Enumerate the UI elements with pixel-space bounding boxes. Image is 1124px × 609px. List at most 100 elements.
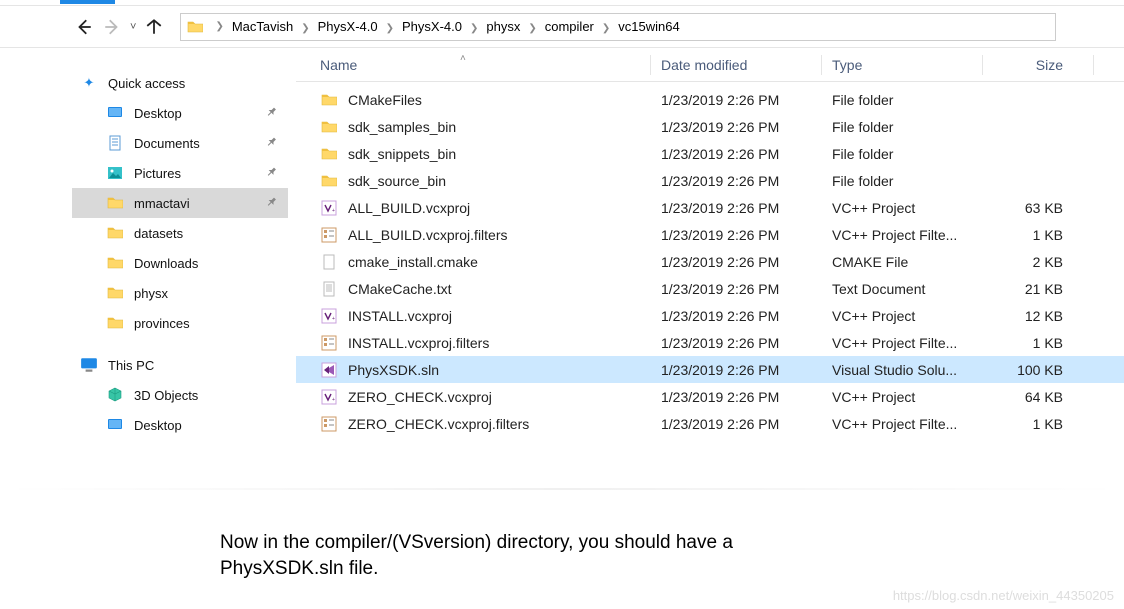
file-type: VC++ Project bbox=[832, 200, 982, 216]
nav-item[interactable]: Pictures bbox=[72, 158, 288, 188]
nav-item[interactable]: Documents bbox=[72, 128, 288, 158]
vcx-icon bbox=[321, 200, 337, 216]
vcx-icon bbox=[321, 308, 337, 324]
file-row[interactable]: sdk_source_bin1/23/2019 2:26 PMFile fold… bbox=[296, 167, 1124, 194]
pc-icon bbox=[80, 356, 98, 374]
folder-icon bbox=[107, 315, 123, 331]
file-row[interactable]: ALL_BUILD.vcxproj1/23/2019 2:26 PMVC++ P… bbox=[296, 194, 1124, 221]
col-date-label: Date modified bbox=[661, 57, 747, 73]
star-icon: ✦ bbox=[80, 74, 98, 92]
col-divider[interactable] bbox=[1093, 55, 1094, 75]
file-date: 1/23/2019 2:26 PM bbox=[661, 146, 821, 162]
address-bar[interactable]: ❯ MacTavish❯PhysX-4.0❯PhysX-4.0❯physx❯co… bbox=[180, 13, 1056, 41]
nav-item[interactable]: Desktop bbox=[72, 410, 288, 440]
col-size[interactable]: Size bbox=[993, 57, 1093, 73]
file-date: 1/23/2019 2:26 PM bbox=[661, 335, 821, 351]
vcx-icon bbox=[321, 389, 337, 405]
file-icon bbox=[320, 226, 338, 244]
file-row[interactable]: cmake_install.cmake1/23/2019 2:26 PMCMAK… bbox=[296, 248, 1124, 275]
chevron-icon: ❯ bbox=[522, 23, 542, 34]
file-row[interactable]: CMakeFiles1/23/2019 2:26 PMFile folder bbox=[296, 86, 1124, 113]
chevron-icon: ❯ bbox=[295, 23, 315, 34]
file-type: VC++ Project Filte... bbox=[832, 227, 982, 243]
file-row[interactable]: INSTALL.vcxproj.filters 1/23/2019 2:26 PM… bbox=[296, 329, 1124, 356]
nav-this-pc[interactable]: This PC bbox=[72, 350, 288, 380]
file-row[interactable]: ALL_BUILD.vcxproj.filters1/23/2019 2:26 … bbox=[296, 221, 1124, 248]
col-type[interactable]: Type bbox=[832, 57, 982, 73]
col-divider[interactable] bbox=[982, 55, 983, 75]
nav-item-label: Desktop bbox=[134, 418, 182, 433]
desktop-icon bbox=[107, 417, 123, 433]
col-divider[interactable] bbox=[821, 55, 822, 75]
nav-item-label: Documents bbox=[134, 136, 200, 151]
file-list-pane: Name ˄ Date modified Type Size CMakeFile… bbox=[296, 48, 1124, 478]
file-date: 1/23/2019 2:26 PM bbox=[661, 200, 821, 216]
folder-icon bbox=[107, 195, 123, 211]
col-divider[interactable] bbox=[650, 55, 651, 75]
file-type: CMAKE File bbox=[832, 254, 982, 270]
col-name-label: Name bbox=[320, 57, 357, 73]
nav-quick-access[interactable]: ✦ Quick access bbox=[72, 68, 288, 98]
navigation-toolbar: ˅ ❯ MacTavish❯PhysX-4.0❯PhysX-4.0❯physx❯… bbox=[0, 6, 1124, 48]
nav-item-icon bbox=[106, 104, 124, 122]
file-date: 1/23/2019 2:26 PM bbox=[661, 119, 821, 135]
file-row[interactable]: PhysXSDK.sln1/23/2019 2:26 PMVisual Stud… bbox=[296, 356, 1124, 383]
file-name: PhysXSDK.sln bbox=[348, 362, 439, 378]
breadcrumb-segment[interactable]: MacTavish bbox=[230, 19, 295, 34]
nav-item-icon bbox=[106, 254, 124, 272]
file-type: VC++ Project bbox=[832, 389, 982, 405]
file-row[interactable]: sdk_snippets_bin1/23/2019 2:26 PMFile fo… bbox=[296, 140, 1124, 167]
file-row[interactable]: ZERO_CHECK.vcxproj.filters1/23/2019 2:26… bbox=[296, 410, 1124, 437]
col-date[interactable]: Date modified bbox=[661, 57, 821, 73]
folder-icon bbox=[321, 173, 337, 189]
file-size: 1 KB bbox=[993, 335, 1093, 351]
nav-item-icon bbox=[106, 314, 124, 332]
nav-item[interactable]: mmactavi bbox=[72, 188, 288, 218]
file-row[interactable]: INSTALL.vcxproj1/23/2019 2:26 PMVC++ Pro… bbox=[296, 302, 1124, 329]
nav-item[interactable]: Downloads bbox=[72, 248, 288, 278]
breadcrumb-segment[interactable]: physx bbox=[484, 19, 522, 34]
file-icon bbox=[320, 388, 338, 406]
nav-item[interactable]: 3D Objects bbox=[72, 380, 288, 410]
forward-button[interactable] bbox=[100, 15, 124, 39]
file-name: INSTALL.vcxproj.filters bbox=[348, 335, 489, 351]
back-button[interactable] bbox=[72, 15, 96, 39]
file-type: VC++ Project Filte... bbox=[832, 416, 982, 432]
breadcrumb-segment[interactable]: vc15win64 bbox=[616, 19, 681, 34]
file-icon bbox=[320, 415, 338, 433]
nav-item-label: 3D Objects bbox=[134, 388, 198, 403]
file-type: Visual Studio Solu... bbox=[832, 362, 982, 378]
file-date: 1/23/2019 2:26 PM bbox=[661, 389, 821, 405]
file-row[interactable]: sdk_samples_bin1/23/2019 2:26 PMFile fol… bbox=[296, 113, 1124, 140]
nav-item[interactable]: datasets bbox=[72, 218, 288, 248]
file-icon bbox=[320, 118, 338, 136]
file-icon bbox=[320, 91, 338, 109]
filters-icon bbox=[321, 227, 337, 243]
recent-locations-button[interactable]: ˅ bbox=[130, 21, 136, 33]
file-row[interactable]: ZERO_CHECK.vcxproj1/23/2019 2:26 PMVC++ … bbox=[296, 383, 1124, 410]
nav-item[interactable]: physx bbox=[72, 278, 288, 308]
blank-icon bbox=[321, 254, 337, 270]
nav-item-icon bbox=[106, 416, 124, 434]
up-button[interactable] bbox=[142, 15, 166, 39]
breadcrumb-segment[interactable]: compiler bbox=[543, 19, 596, 34]
breadcrumb-segment[interactable]: PhysX-4.0 bbox=[316, 19, 380, 34]
file-icon bbox=[320, 253, 338, 271]
file-icon bbox=[320, 199, 338, 217]
folder-icon bbox=[187, 19, 203, 35]
file-row[interactable]: CMakeCache.txt1/23/2019 2:26 PMText Docu… bbox=[296, 275, 1124, 302]
nav-item[interactable]: provinces bbox=[72, 308, 288, 338]
breadcrumb-segment[interactable]: PhysX-4.0 bbox=[400, 19, 464, 34]
folder-icon bbox=[321, 92, 337, 108]
col-name[interactable]: Name ˄ bbox=[320, 57, 650, 73]
nav-item-icon bbox=[106, 224, 124, 242]
pictures-icon bbox=[107, 165, 123, 181]
ribbon-tab-strip bbox=[0, 0, 1124, 6]
file-name: cmake_install.cmake bbox=[348, 254, 478, 270]
file-name: sdk_source_bin bbox=[348, 173, 446, 189]
filters-icon bbox=[321, 335, 337, 351]
nav-item[interactable]: Desktop bbox=[72, 98, 288, 128]
pin-icon bbox=[262, 194, 280, 212]
file-type: Text Document bbox=[832, 281, 982, 297]
file-rows: CMakeFiles1/23/2019 2:26 PMFile foldersd… bbox=[296, 82, 1124, 437]
